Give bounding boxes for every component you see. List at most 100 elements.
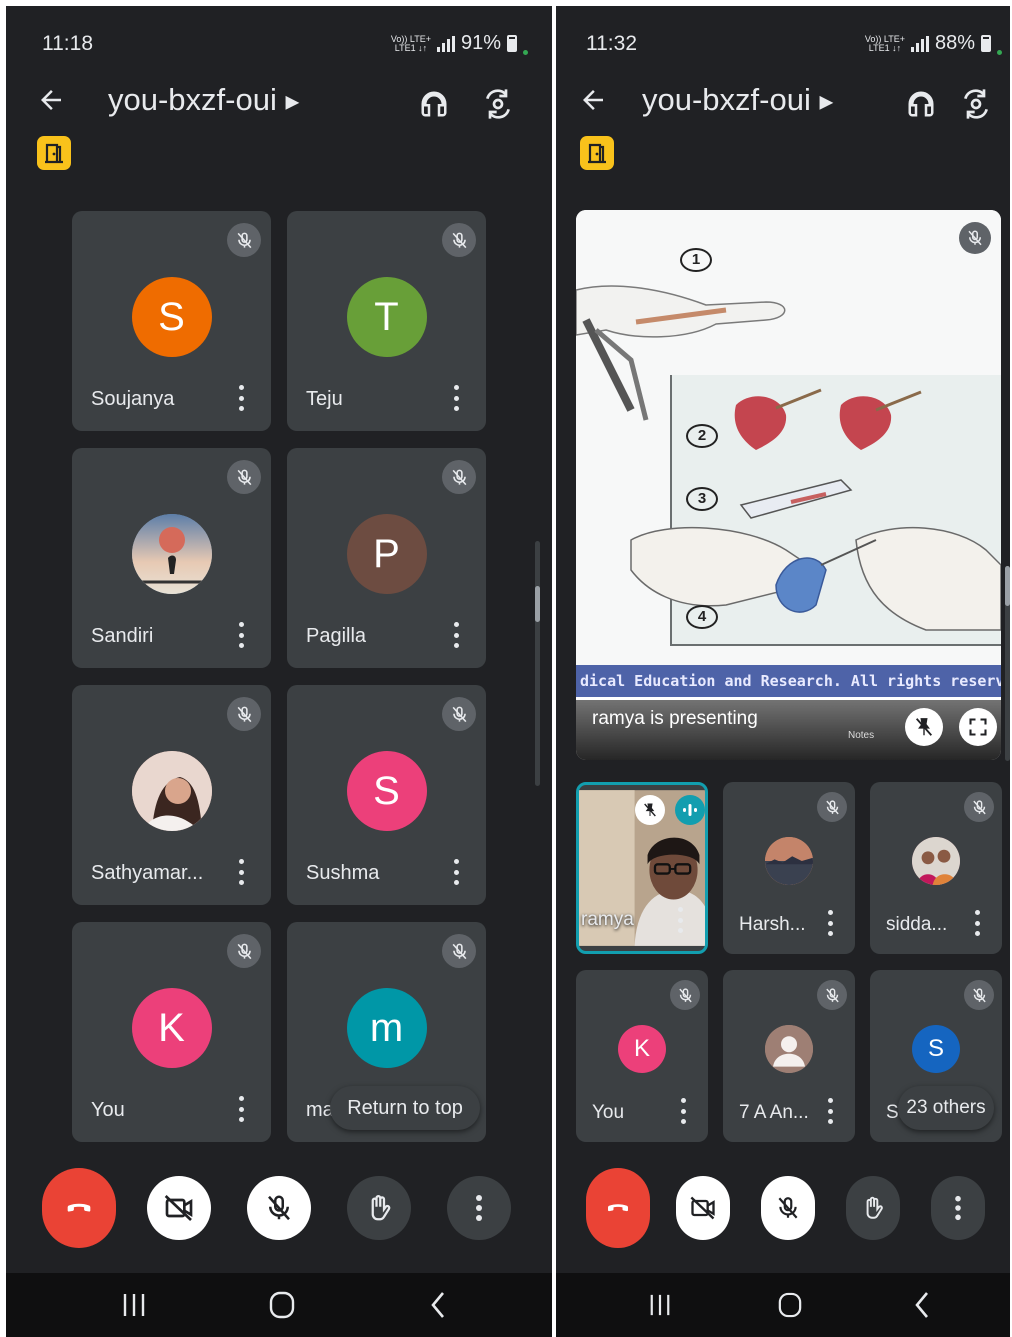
avatar-initial: K (158, 1005, 185, 1050)
more-vert-icon (827, 1098, 833, 1103)
recents-button[interactable] (640, 1287, 680, 1323)
audio-output-button[interactable] (412, 82, 456, 126)
participant-tile[interactable]: P Pagilla (287, 448, 486, 668)
participant-tile[interactable]: Sathyamar... (72, 685, 271, 905)
participant-tile[interactable]: K You (72, 922, 271, 1142)
participant-tile[interactable]: 7 A An... (723, 970, 855, 1142)
recents-icon (650, 1294, 670, 1316)
participant-name: sidda... (886, 914, 948, 935)
raise-hand-icon (371, 1195, 391, 1221)
participant-more-button[interactable] (451, 385, 461, 411)
participant-name: ramya (581, 909, 634, 930)
mic-status (442, 223, 476, 257)
home-button[interactable] (770, 1287, 810, 1323)
video-off-icon (164, 1195, 193, 1221)
mic-status (817, 980, 847, 1010)
mic-status (442, 697, 476, 731)
mic-off-icon (237, 232, 251, 248)
audio-output-button[interactable] (899, 82, 943, 126)
mic-toggle-button[interactable] (247, 1176, 311, 1240)
slide-footer: dical Education and Research. All rights… (576, 665, 1001, 697)
avatar (131, 751, 212, 831)
raise-hand-button[interactable] (846, 1176, 900, 1240)
avatar-initial: S (927, 1035, 944, 1062)
pin-off-icon (644, 803, 656, 817)
more-options-button[interactable] (447, 1176, 511, 1240)
participant-tile[interactable]: sidda... (870, 782, 1002, 954)
return-to-top-button[interactable]: Return to top (330, 1086, 480, 1130)
participant-name: 7 A An... (739, 1102, 809, 1123)
participant-tile[interactable]: ramya (576, 782, 708, 954)
call-end-icon (67, 1203, 91, 1212)
participant-more-button[interactable] (451, 622, 461, 648)
scroll-track[interactable] (535, 541, 540, 786)
participant-more-button[interactable] (972, 910, 982, 936)
participant-more-button[interactable] (678, 1098, 688, 1124)
switch-camera-button[interactable] (954, 82, 998, 126)
pin-off-status[interactable] (635, 795, 665, 825)
host-controls-badge[interactable] (580, 136, 614, 170)
camera-toggle-button[interactable] (676, 1176, 730, 1240)
presentation-tile[interactable]: 1 2 3 4 dical Education and Research. Al… (576, 210, 1001, 760)
more-vert-icon (453, 385, 459, 390)
scrollbar-thumb[interactable] (1005, 566, 1010, 606)
more-vert-icon (453, 859, 459, 864)
system-back-button[interactable] (902, 1287, 942, 1323)
participant-tile[interactable]: Harsh... (723, 782, 855, 954)
fullscreen-button[interactable] (959, 708, 997, 746)
scrollbar-thumb[interactable] (535, 586, 540, 622)
participant-tile[interactable]: S Soujanya (72, 211, 271, 431)
home-button[interactable] (262, 1287, 302, 1323)
more-vert-icon (955, 1195, 961, 1221)
more-vert-icon (680, 1098, 686, 1103)
participant-more-button[interactable] (825, 910, 835, 936)
raise-hand-button[interactable] (347, 1176, 411, 1240)
notes-label: Notes (848, 730, 875, 741)
unpin-presentation-button[interactable] (905, 708, 943, 746)
meeting-code-button[interactable]: you-bxzf-oui ▶ (108, 82, 299, 118)
left-phone-screen: 11:18 Vo)) LTE+ LTE1 ↓↑ 91% you-bxzf-oui … (6, 6, 552, 1337)
camera-toggle-button[interactable] (147, 1176, 211, 1240)
avatar: S (912, 1025, 960, 1073)
switch-camera-button[interactable] (476, 82, 520, 126)
end-call-button[interactable] (586, 1168, 650, 1248)
participant-more-button[interactable] (236, 1096, 246, 1122)
participant-tile[interactable]: T Teju (287, 211, 486, 431)
end-call-button[interactable] (42, 1168, 116, 1248)
participant-more-button[interactable] (236, 859, 246, 885)
mic-off-icon (268, 1195, 290, 1221)
more-vert-icon (974, 910, 980, 915)
participant-tile[interactable]: Sandiri (72, 448, 271, 668)
participant-name: You (91, 1099, 125, 1121)
system-back-button[interactable] (418, 1287, 458, 1323)
network-indicator: Vo)) LTE+ LTE1 ↓↑ (864, 33, 905, 53)
raise-hand-icon (866, 1196, 883, 1219)
participant-name: You (592, 1102, 625, 1123)
mic-off-icon (452, 943, 466, 959)
mic-status (227, 223, 261, 257)
recents-button[interactable] (114, 1287, 154, 1323)
participant-more-button[interactable] (451, 859, 461, 885)
host-controls-badge[interactable] (37, 136, 71, 170)
video-off-icon (690, 1196, 715, 1220)
participant-name: Sushma (306, 862, 380, 884)
more-options-button[interactable] (931, 1176, 985, 1240)
back-button[interactable] (578, 84, 618, 124)
presenter-mic-status (959, 222, 991, 254)
participant-tile[interactable]: S Sushma (287, 685, 486, 905)
participant-name: Pagilla (306, 625, 367, 647)
battery-percent: 91% (460, 32, 501, 54)
meeting-code-button[interactable]: you-bxzf-oui ▶ (642, 82, 833, 118)
participant-name: Soujanya (91, 388, 175, 410)
participant-tile[interactable]: K You (576, 970, 708, 1142)
avatar: K (618, 1025, 666, 1073)
participant-more-button[interactable] (236, 622, 246, 648)
back-button[interactable] (36, 84, 76, 124)
participant-more-button[interactable] (236, 385, 246, 411)
participant-more-button[interactable] (825, 1098, 835, 1124)
more-vert-icon (453, 622, 459, 627)
arrow-back-icon (41, 90, 61, 110)
mic-toggle-button[interactable] (761, 1176, 815, 1240)
others-button[interactable]: 23 others (898, 1086, 994, 1130)
participant-more-button[interactable] (675, 907, 685, 933)
